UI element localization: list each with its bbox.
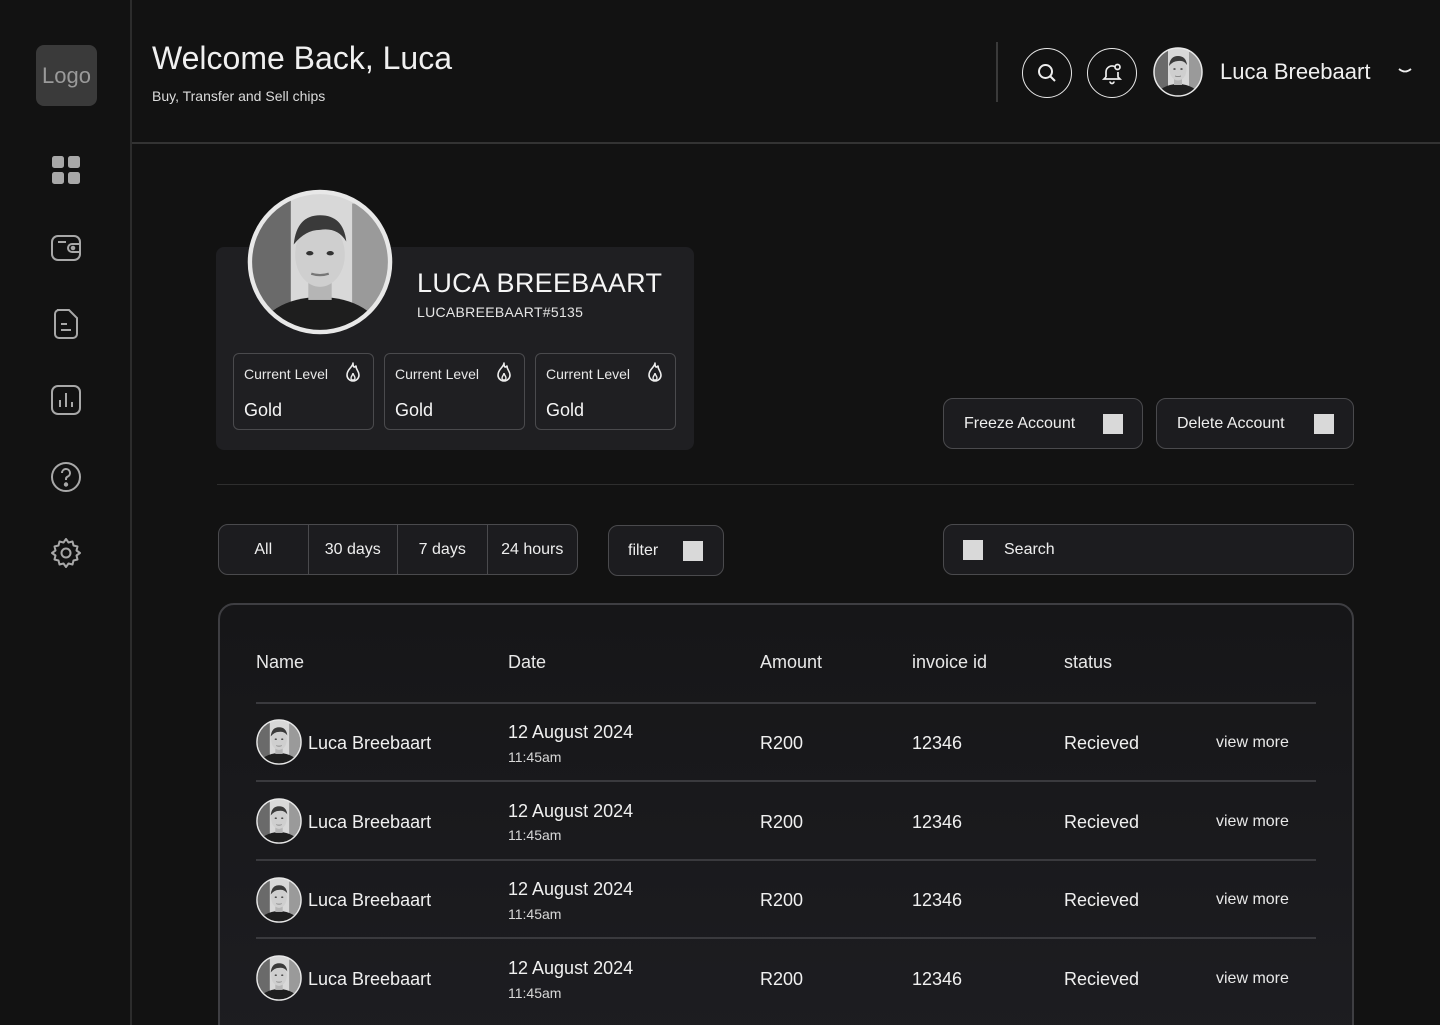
search-button[interactable] [1022,48,1072,98]
range-30-days[interactable]: 30 days [309,525,398,574]
search-icon [1038,64,1056,82]
range-7-days[interactable]: 7 days [398,525,488,574]
view-more-link[interactable]: view more [1216,970,1289,988]
range-24-hours[interactable]: 24 hours [488,525,578,574]
level-label: Current Level [546,366,631,382]
row-status: Recieved [1064,890,1140,910]
avatar [256,798,302,844]
header: Welcome Back, Luca Buy, Transfer and Sel… [132,0,1440,144]
delete-account-button[interactable]: Delete Account [1156,398,1354,449]
column-header-status: status [1064,652,1113,672]
placeholder-icon [683,541,703,561]
profile-name: LUCA BREEBAART [417,268,663,298]
dashboard-grid-icon[interactable] [48,152,84,188]
flame-icon [497,362,511,382]
placeholder-icon [1314,414,1334,434]
row-time: 11:45am [508,906,562,922]
row-name: Luca Breebaart [308,969,432,989]
row-status: Recieved [1064,812,1140,832]
level-card: Current Level Gold [384,353,525,430]
column-header-name: Name [256,652,305,672]
row-name: Luca Breebaart [308,812,432,832]
section-divider [217,484,1354,485]
filter-label: filter [628,542,659,559]
sidebar: Logo [0,0,132,1025]
profile-photo [247,189,393,335]
row-date: 12 August 2024 [508,722,634,742]
row-divider [256,780,1316,782]
column-header-date: Date [508,652,547,672]
row-time: 11:45am [508,749,562,765]
row-divider [256,859,1316,861]
level-label: Current Level [244,366,329,382]
header-username[interactable]: Luca Breebaart [1220,59,1370,85]
row-invoice-id: 12346 [912,969,963,989]
settings-gear-icon[interactable] [48,535,84,571]
avatar [256,719,302,765]
level-card: Current Level Gold [535,353,676,430]
level-value: Gold [546,400,585,420]
search-input[interactable]: Search [943,524,1354,575]
level-card: Current Level Gold [233,353,374,430]
profile-tag: LUCABREEBAART#5135 [417,304,584,320]
row-time: 11:45am [508,985,562,1001]
chevron-down-icon[interactable] [1396,62,1414,80]
placeholder-icon [1103,414,1123,434]
row-amount: R200 [760,812,804,832]
range-all[interactable]: All [219,525,309,574]
column-header-amount: Amount [760,652,823,672]
avatar [256,955,302,1001]
flame-icon [648,362,662,382]
header-divider-line [256,702,1316,704]
row-date: 12 August 2024 [508,958,634,978]
delete-account-label: Delete Account [1177,415,1285,432]
date-range-segmented-control: All 30 days 7 days 24 hours [218,524,578,575]
row-invoice-id: 12346 [912,890,963,910]
row-status: Recieved [1064,733,1140,753]
flame-icon [346,362,360,382]
row-invoice-id: 12346 [912,812,963,832]
search-placeholder: Search [1004,541,1055,558]
user-avatar[interactable] [1153,47,1203,97]
column-header-invoice-id: invoice id [912,652,988,672]
document-icon[interactable] [48,306,84,342]
view-more-link[interactable]: view more [1216,891,1289,909]
row-amount: R200 [760,969,804,989]
level-value: Gold [244,400,283,420]
row-date: 12 August 2024 [508,801,634,821]
header-divider [996,42,998,102]
row-amount: R200 [760,733,804,753]
level-value: Gold [395,400,434,420]
avatar [256,877,302,923]
row-time: 11:45am [508,827,562,843]
filter-button[interactable]: filter [608,525,724,576]
page-subtitle: Buy, Transfer and Sell chips [152,88,326,104]
logo[interactable]: Logo [36,45,97,106]
page-title: Welcome Back, Luca [152,40,452,76]
help-circle-icon[interactable] [48,459,84,495]
view-more-link[interactable]: view more [1216,734,1289,752]
level-label: Current Level [395,366,480,382]
placeholder-icon [963,540,983,560]
row-name: Luca Breebaart [308,890,432,910]
notifications-button[interactable] [1087,48,1137,98]
row-date: 12 August 2024 [508,879,634,899]
row-invoice-id: 12346 [912,733,963,753]
row-status: Recieved [1064,969,1140,989]
row-divider [256,937,1316,939]
wallet-icon[interactable] [48,230,84,266]
row-amount: R200 [760,890,804,910]
bell-icon [1101,63,1123,85]
freeze-account-button[interactable]: Freeze Account [943,398,1143,449]
view-more-link[interactable]: view more [1216,813,1289,831]
freeze-account-label: Freeze Account [964,415,1076,432]
bar-chart-icon[interactable] [48,382,84,418]
row-name: Luca Breebaart [308,733,432,753]
